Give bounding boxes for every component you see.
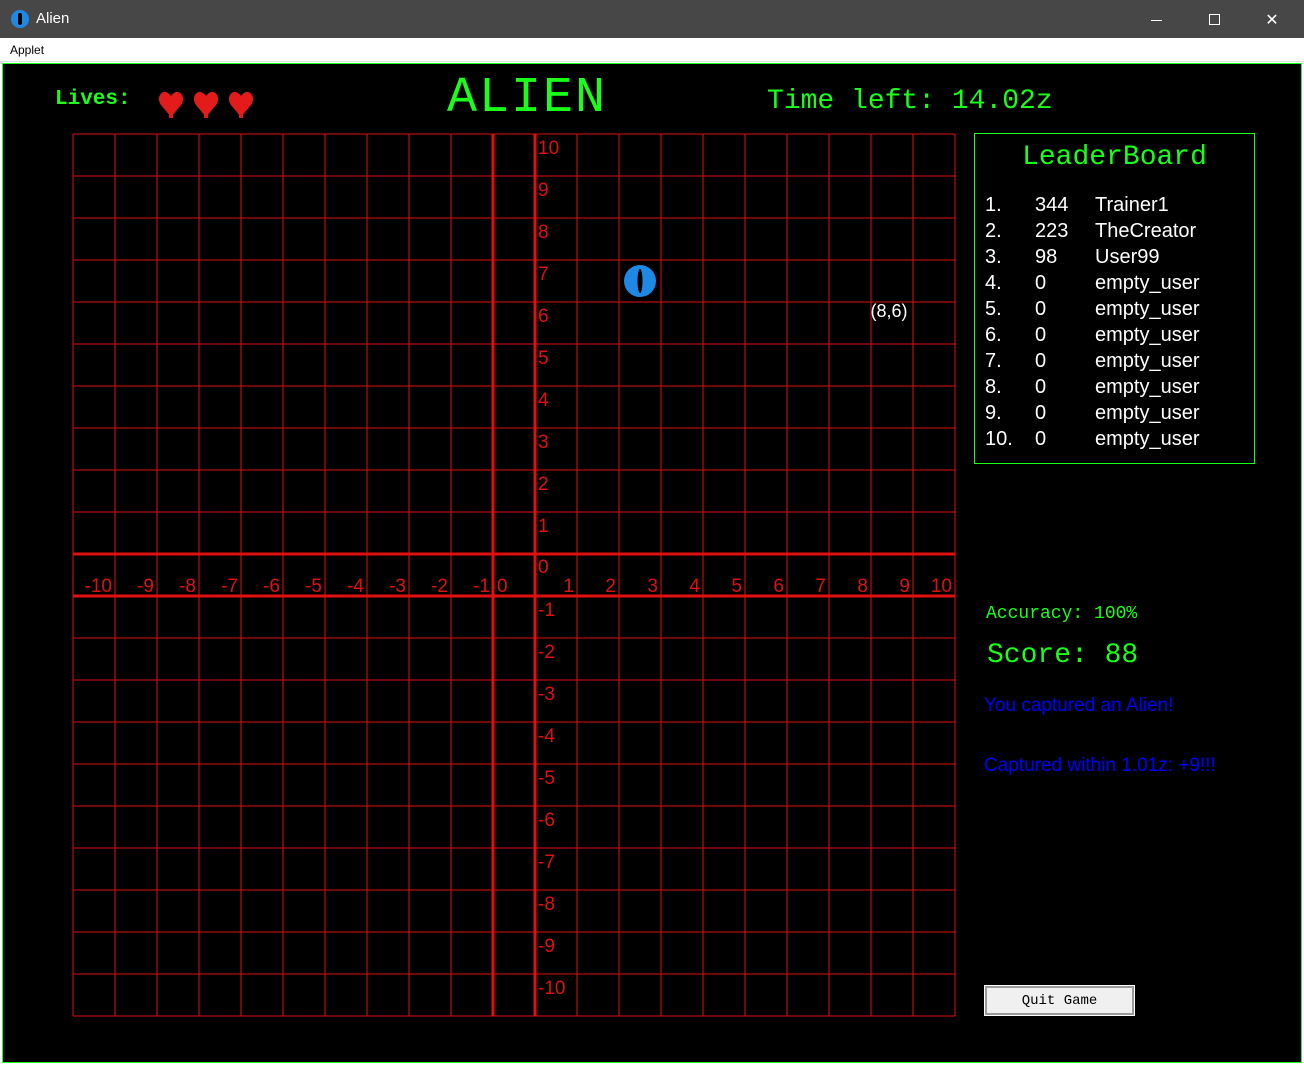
y-tick-label: -4 — [538, 726, 555, 747]
leaderboard-name: empty_user — [1095, 402, 1200, 424]
y-tick-label: -5 — [538, 768, 555, 789]
alien-app-icon — [11, 10, 29, 28]
x-tick-label: -7 — [221, 576, 238, 597]
y-tick-label: -1 — [538, 600, 555, 621]
y-tick-label: -10 — [538, 978, 565, 999]
x-tick-label: -5 — [305, 576, 322, 597]
x-tick-label: -9 — [137, 576, 154, 597]
applet-canvas: Lives: ALIEN Time left: 14.02z -10 -9 -8 -7… — [2, 63, 1302, 1063]
leaderboard-rank: 1. — [985, 194, 1002, 216]
y-tick-label: 10 — [538, 138, 559, 159]
leaderboard-name: empty_user — [1095, 324, 1200, 346]
y-tick-label: 4 — [538, 390, 549, 411]
x-tick-label: 0 — [497, 576, 508, 597]
leaderboard-score: 0 — [1035, 376, 1047, 398]
maximize-button[interactable] — [1185, 0, 1243, 38]
x-tick-label: -6 — [263, 576, 280, 597]
x-tick-label: 4 — [689, 576, 700, 597]
leaderboard-name: Trainer1 — [1095, 194, 1169, 216]
leaderboard-name: User99 — [1095, 246, 1160, 268]
leaderboard-rank: 4. — [985, 272, 1002, 294]
y-tick-label: 8 — [538, 222, 549, 243]
y-tick-label: -9 — [538, 936, 555, 957]
y-tick-label: -3 — [538, 684, 555, 705]
leaderboard-score: 0 — [1035, 272, 1047, 294]
y-tick-label: 5 — [538, 348, 549, 369]
y-tick-label: 1 — [538, 516, 549, 537]
leaderboard-score: 98 — [1035, 246, 1058, 268]
minimize-button[interactable] — [1127, 0, 1185, 38]
x-tick-label: -8 — [179, 576, 196, 597]
leaderboard-rank: 8. — [985, 376, 1002, 398]
y-tick-label: 0 — [538, 557, 549, 578]
x-tick-label: -2 — [431, 576, 448, 597]
x-tick-label: 5 — [731, 576, 742, 597]
close-icon: ✕ — [1265, 9, 1279, 29]
menu-applet[interactable]: Applet — [10, 43, 44, 57]
x-tick-label: 9 — [899, 576, 910, 597]
x-tick-label: -1 — [473, 576, 490, 597]
leaderboard-name: empty_user — [1095, 272, 1200, 294]
y-tick-label: -7 — [538, 852, 555, 873]
close-button[interactable]: ✕ — [1243, 0, 1301, 38]
x-tick-label: 2 — [605, 576, 616, 597]
leaderboard-name: empty_user — [1095, 376, 1200, 398]
x-tick-label: -3 — [389, 576, 406, 597]
x-tick-label: -4 — [347, 576, 364, 597]
x-tick-label: 8 — [857, 576, 868, 597]
score-text: Score: 88 — [987, 640, 1139, 671]
leaderboard-rank: 10. — [985, 428, 1013, 450]
y-tick-label: -2 — [538, 642, 555, 663]
leaderboard-score: 223 — [1035, 220, 1069, 242]
window-title: Alien — [36, 10, 70, 27]
leaderboard-score: 0 — [1035, 402, 1047, 424]
leaderboard-rank: 2. — [985, 220, 1002, 242]
cursor-coordinate-label: (8,6) — [870, 301, 907, 321]
leaderboard-score: 0 — [1035, 298, 1047, 320]
bonus-message: Captured within 1.01z: +9!!! — [984, 755, 1216, 776]
quit-game-button[interactable]: Quit Game — [984, 985, 1135, 1016]
capture-message: You captured an Alien! — [984, 695, 1174, 716]
accuracy-text: Accuracy: 100% — [986, 604, 1138, 624]
leaderboard-rank: 6. — [985, 324, 1002, 346]
leaderboard-score: 0 — [1035, 428, 1047, 450]
leaderboard-score: 0 — [1035, 324, 1047, 346]
x-tick-label: 10 — [931, 576, 952, 597]
x-tick-label: 7 — [815, 576, 826, 597]
leaderboard-score: 0 — [1035, 350, 1047, 372]
leaderboard-score: 344 — [1035, 194, 1069, 216]
y-tick-label: 7 — [538, 264, 549, 285]
leaderboard-rank: 9. — [985, 402, 1002, 424]
x-tick-label: -10 — [85, 576, 112, 597]
y-tick-label: 3 — [538, 432, 549, 453]
x-tick-label: 6 — [773, 576, 784, 597]
minimize-icon — [1150, 19, 1162, 21]
menu-bar: Applet — [0, 38, 1304, 62]
leaderboard-name: empty_user — [1095, 350, 1200, 372]
y-tick-label: 9 — [538, 180, 549, 201]
y-tick-label: 6 — [538, 306, 549, 327]
title-bar: Alien ✕ — [0, 0, 1304, 38]
x-tick-label: 3 — [647, 576, 658, 597]
leaderboard-rank: 7. — [985, 350, 1002, 372]
leaderboard-rank: 5. — [985, 298, 1002, 320]
leaderboard-name: TheCreator — [1095, 220, 1197, 242]
alien-eye-slit — [637, 269, 643, 293]
leaderboard-name: empty_user — [1095, 428, 1200, 450]
y-tick-label: -6 — [538, 810, 555, 831]
leaderboard-rank: 3. — [985, 246, 1002, 268]
leaderboard-title: LeaderBoard — [1022, 142, 1207, 173]
y-tick-label: -8 — [538, 894, 555, 915]
maximize-icon — [1208, 13, 1220, 25]
x-tick-label: 1 — [563, 576, 574, 597]
leaderboard: LeaderBoard 1. 344 Trainer1 2. 223 TheCreator… — [974, 133, 1255, 464]
leaderboard-name: empty_user — [1095, 298, 1200, 320]
y-tick-label: 2 — [538, 474, 549, 495]
